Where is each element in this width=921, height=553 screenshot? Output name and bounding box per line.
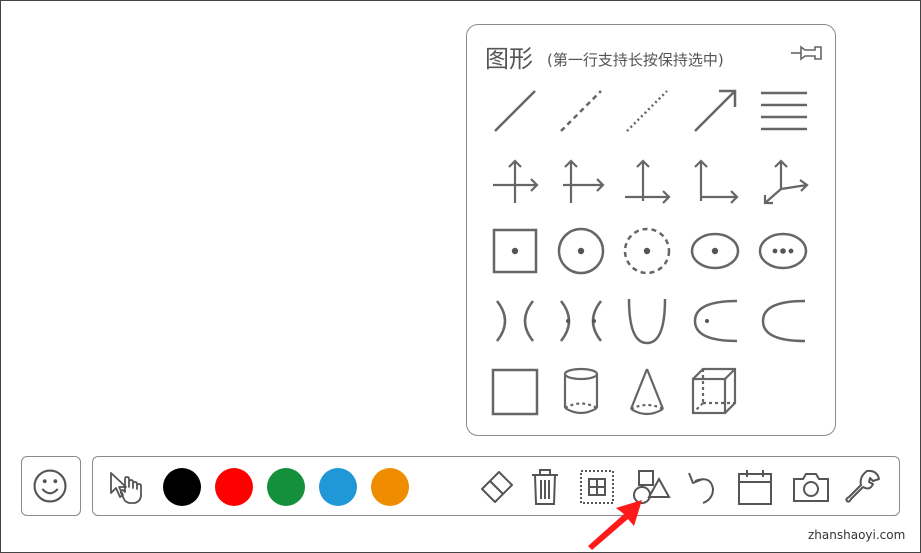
parabola-left-icon[interactable]: [755, 293, 811, 349]
color-red[interactable]: [215, 468, 253, 506]
axis-2d-quadrant-icon[interactable]: [687, 153, 743, 209]
square-with-dot-icon[interactable]: [487, 223, 543, 279]
hyperbola-with-foci-icon[interactable]: [553, 293, 609, 349]
ellipse-with-dot-icon[interactable]: [687, 223, 743, 279]
circle-with-dot-icon[interactable]: [553, 223, 609, 279]
color-green[interactable]: [267, 468, 305, 506]
annotation-arrow-icon: [588, 500, 642, 550]
panel-subtitle: (第一行支持长按保持选中): [547, 51, 724, 69]
shapes-panel: 图形 (第一行支持长按保持选中): [466, 24, 836, 436]
dashed-circle-with-dot-icon[interactable]: [619, 223, 675, 279]
ellipse-with-two-dots-icon[interactable]: [755, 223, 811, 279]
square-icon[interactable]: [487, 363, 543, 419]
undo-icon[interactable]: [683, 467, 723, 507]
hand-pointer-icon[interactable]: [107, 467, 147, 507]
color-black[interactable]: [163, 468, 201, 506]
parabola-left-with-focus-icon[interactable]: [687, 293, 743, 349]
panel-title: 图形: [485, 45, 533, 73]
axis-2d-right-icon[interactable]: [553, 153, 609, 209]
bottom-toolbar: [92, 456, 900, 516]
dotted-line-icon[interactable]: [619, 83, 675, 139]
trash-icon[interactable]: [525, 467, 565, 507]
camera-icon[interactable]: [791, 467, 831, 507]
line-icon[interactable]: [487, 83, 543, 139]
cube-icon[interactable]: [687, 363, 743, 419]
dashed-line-icon[interactable]: [553, 83, 609, 139]
smiley-icon: [33, 469, 67, 503]
color-blue[interactable]: [319, 468, 357, 506]
hyperbola-icon[interactable]: [487, 293, 543, 349]
axis-2d-up-right-icon[interactable]: [619, 153, 675, 209]
parallel-lines-icon[interactable]: [755, 83, 811, 139]
wrench-icon[interactable]: [843, 467, 883, 507]
arrow-line-icon[interactable]: [687, 83, 743, 139]
axis-2d-both-icon[interactable]: [487, 153, 543, 209]
calendar-icon[interactable]: [735, 467, 775, 507]
axis-3d-icon[interactable]: [755, 153, 811, 209]
parabola-up-icon[interactable]: [619, 293, 675, 349]
eraser-icon[interactable]: [477, 467, 517, 507]
emoji-button[interactable]: [21, 456, 81, 516]
cone-icon[interactable]: [619, 363, 675, 419]
color-orange[interactable]: [371, 468, 409, 506]
cylinder-icon[interactable]: [553, 363, 609, 419]
watermark: zhanshaoyi.com: [808, 528, 906, 542]
pin-icon[interactable]: [789, 41, 825, 65]
